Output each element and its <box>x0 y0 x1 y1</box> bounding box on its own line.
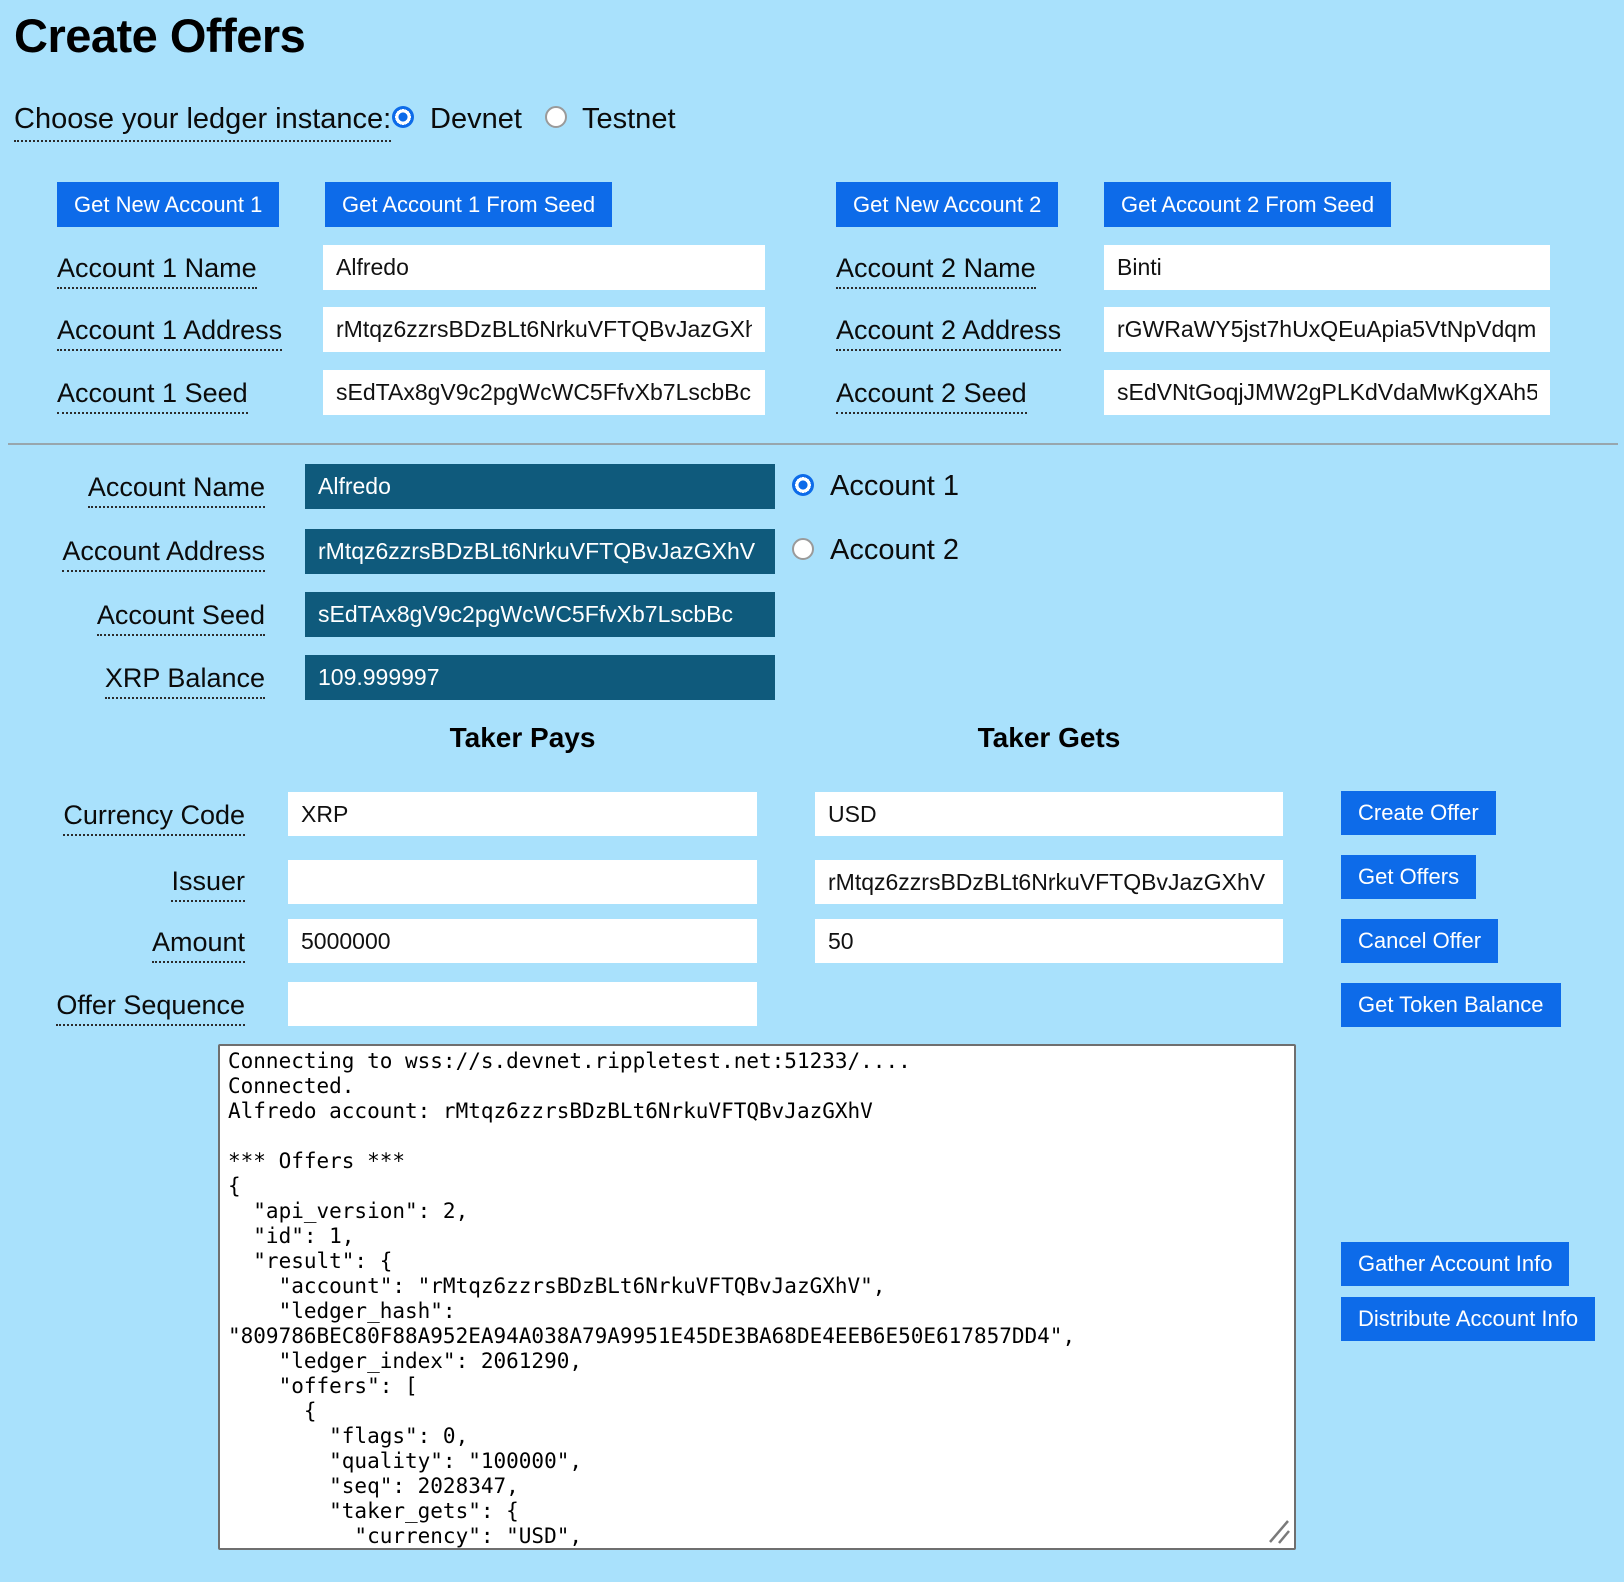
offer-sequence-label: Offer Sequence <box>56 990 245 1026</box>
cancel-offer-button[interactable]: Cancel Offer <box>1341 919 1498 963</box>
account2-name-label: Account 2 Name <box>836 253 1036 289</box>
get-token-balance-button[interactable]: Get Token Balance <box>1341 983 1561 1027</box>
use-account2-radio-label: Account 2 <box>830 534 959 567</box>
selected-account-name-label: Account Name <box>88 472 265 508</box>
taker-pays-header: Taker Pays <box>288 722 757 754</box>
get-account2-from-seed-button[interactable]: Get Account 2 From Seed <box>1104 182 1391 227</box>
testnet-radio[interactable] <box>545 106 567 128</box>
create-offers-page: Create Offers Choose your ledger instanc… <box>0 0 1624 1582</box>
issuer-label: Issuer <box>171 866 245 902</box>
account1-name-label: Account 1 Name <box>57 253 257 289</box>
account2-address-input[interactable] <box>1104 307 1550 352</box>
selected-account-address-field[interactable] <box>305 529 775 574</box>
account1-seed-input[interactable] <box>323 370 765 415</box>
selected-account-seed-field[interactable] <box>305 592 775 637</box>
devnet-radio-label: Devnet <box>430 103 522 136</box>
use-account2-radio[interactable] <box>792 538 814 560</box>
taker-pays-amount-input[interactable] <box>288 919 757 963</box>
taker-gets-currency-input[interactable] <box>815 792 1283 836</box>
account2-name-input[interactable] <box>1104 245 1550 290</box>
amount-label: Amount <box>152 927 245 963</box>
devnet-radio[interactable] <box>392 106 414 128</box>
distribute-account-info-button[interactable]: Distribute Account Info <box>1341 1297 1595 1341</box>
create-offer-button[interactable]: Create Offer <box>1341 791 1496 835</box>
xrp-balance-label: XRP Balance <box>105 663 265 699</box>
get-account1-from-seed-button[interactable]: Get Account 1 From Seed <box>325 182 612 227</box>
taker-gets-issuer-input[interactable] <box>815 860 1283 904</box>
account2-address-label: Account 2 Address <box>836 315 1061 351</box>
currency-code-label: Currency Code <box>63 800 245 836</box>
account2-seed-label: Account 2 Seed <box>836 378 1027 414</box>
offer-sequence-input[interactable] <box>288 982 757 1026</box>
account1-address-label: Account 1 Address <box>57 315 282 351</box>
get-new-account2-button[interactable]: Get New Account 2 <box>836 182 1058 227</box>
page-title: Create Offers <box>14 8 305 63</box>
account1-seed-label: Account 1 Seed <box>57 378 248 414</box>
selected-account-seed-label: Account Seed <box>97 600 265 636</box>
selected-account-address-label: Account Address <box>62 536 265 572</box>
get-new-account1-button[interactable]: Get New Account 1 <box>57 182 279 227</box>
use-account1-radio[interactable] <box>792 474 814 496</box>
account2-seed-input[interactable] <box>1104 370 1550 415</box>
taker-gets-header: Taker Gets <box>815 722 1283 754</box>
ledger-instance-label: Choose your ledger instance: <box>14 103 391 142</box>
gather-account-info-button[interactable]: Gather Account Info <box>1341 1242 1569 1286</box>
xrp-balance-field[interactable] <box>305 655 775 700</box>
account1-address-input[interactable] <box>323 307 765 352</box>
use-account1-radio-label: Account 1 <box>830 470 959 503</box>
taker-gets-amount-input[interactable] <box>815 919 1283 963</box>
taker-pays-issuer-input[interactable] <box>288 860 757 904</box>
selected-account-name-field[interactable] <box>305 464 775 509</box>
section-divider <box>8 443 1618 445</box>
account1-name-input[interactable] <box>323 245 765 290</box>
results-console[interactable]: Connecting to wss://s.devnet.rippletest.… <box>218 1044 1296 1550</box>
testnet-radio-label: Testnet <box>582 103 676 136</box>
taker-pays-currency-input[interactable] <box>288 792 757 836</box>
get-offers-button[interactable]: Get Offers <box>1341 855 1476 899</box>
